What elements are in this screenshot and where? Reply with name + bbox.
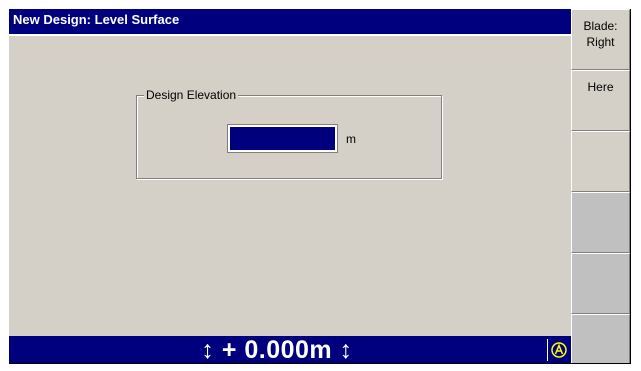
- here-button[interactable]: Here: [571, 70, 630, 131]
- blade-side-button[interactable]: Blade: Right: [571, 9, 630, 70]
- auto-mode-icon: [547, 339, 571, 361]
- softkey-3[interactable]: [571, 131, 630, 192]
- status-bar: ↕ + 0.000m ↕: [9, 336, 571, 364]
- softkey-6[interactable]: [571, 314, 630, 363]
- elevation-readout: ↕ + 0.000m ↕: [201, 336, 353, 364]
- design-elevation-input[interactable]: [228, 125, 337, 152]
- design-elevation-label: Design Elevation: [144, 88, 239, 102]
- main-panel: New Design: Level Surface Design Elevati…: [9, 9, 571, 364]
- softkey-5[interactable]: [571, 253, 630, 314]
- design-screen: New Design: Level Surface Design Elevati…: [9, 9, 631, 364]
- elevation-unit-label: m: [346, 132, 356, 146]
- softkey-panel: Blade: Right Here: [571, 9, 630, 363]
- design-elevation-group: Design Elevation m: [136, 88, 442, 179]
- page-title: New Design: Level Surface: [9, 9, 571, 36]
- softkey-4[interactable]: [571, 192, 630, 253]
